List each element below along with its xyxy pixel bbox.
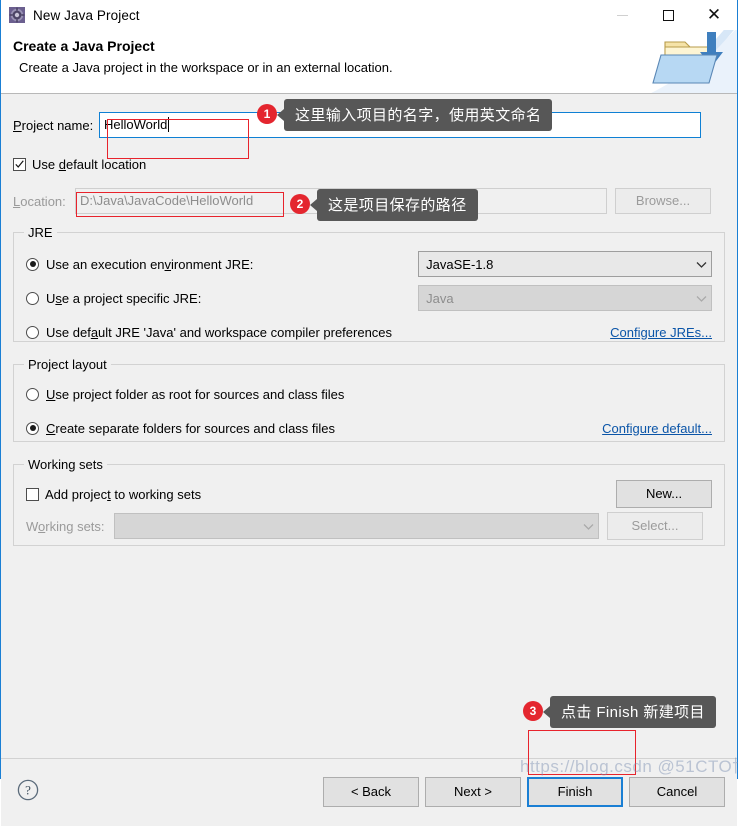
configure-default-link[interactable]: Configure default... <box>602 421 712 436</box>
help-circle-icon[interactable]: ? <box>17 779 39 801</box>
close-icon: ✕ <box>706 5 722 25</box>
jre-project-specific-combo[interactable]: Java <box>418 285 712 311</box>
cancel-button[interactable]: Cancel <box>629 777 725 807</box>
new-working-set-button[interactable]: New... <box>616 480 712 508</box>
svg-text:?: ? <box>25 783 31 798</box>
jre-project-specific-row[interactable]: Use a project specific JRE: Java <box>26 285 712 311</box>
maximize-icon <box>662 10 674 21</box>
add-project-to-working-sets-checkbox[interactable] <box>26 487 39 501</box>
minimize-button[interactable] <box>599 0 645 31</box>
jre-default-label: Use default JRE 'Java' and workspace com… <box>46 324 393 340</box>
page-title: Create a Java Project <box>13 38 155 54</box>
working-sets-group: Working sets Add project to working sets… <box>13 457 725 546</box>
annotation-bubble-2: 这是项目保存的路径 <box>310 189 478 221</box>
minimize-icon <box>616 15 628 16</box>
next-button[interactable]: Next > <box>425 777 521 807</box>
maximize-button[interactable] <box>645 0 691 31</box>
project-name-label: Project name: <box>13 117 94 133</box>
use-default-location-row[interactable]: Use default location <box>13 154 725 174</box>
footer-buttons: < Back Next > Finish Cancel <box>323 777 725 807</box>
page-subtitle: Create a Java project in the workspace o… <box>19 60 393 75</box>
chevron-down-icon <box>583 519 594 534</box>
jre-project-specific-value: Java <box>426 290 454 306</box>
layout-separate-folders-label: Create separate folders for sources and … <box>46 420 336 436</box>
close-button[interactable]: ✕ <box>691 0 737 31</box>
checkmark-icon <box>15 159 24 168</box>
wizard-header: Create a Java Project Create a Java proj… <box>1 30 737 94</box>
jre-default-radio[interactable] <box>26 325 39 339</box>
annotation-bubble-3: 点击 Finish 新建项目 <box>543 696 716 728</box>
jre-project-specific-label: Use a project specific JRE: <box>46 290 202 306</box>
chevron-down-icon <box>696 291 707 306</box>
back-button[interactable]: < Back <box>323 777 419 807</box>
use-default-location-label: Use default location <box>32 156 147 172</box>
layout-project-folder-row[interactable]: Use project folder as root for sources a… <box>26 381 712 407</box>
annotation-badge-1: 1 <box>257 104 277 124</box>
jre-default-row[interactable]: Use default JRE 'Java' and workspace com… <box>26 319 712 345</box>
working-sets-label: Working sets: <box>26 518 105 534</box>
jre-execution-env-row[interactable]: Use an execution environment JRE: JavaSE… <box>26 251 712 277</box>
working-sets-group-title: Working sets <box>24 457 107 472</box>
jre-group: JRE Use an execution environment JRE: Ja… <box>13 225 725 345</box>
annotation-bubble-1: 这里输入项目的名字，使用英文命名 <box>276 99 553 131</box>
layout-project-folder-radio[interactable] <box>26 387 39 401</box>
folder-import-icon <box>645 30 737 93</box>
jre-execution-env-value: JavaSE-1.8 <box>426 256 494 272</box>
jre-execution-env-combo[interactable]: JavaSE-1.8 <box>418 251 712 277</box>
layout-separate-folders-row[interactable]: Create separate folders for sources and … <box>26 415 712 441</box>
browse-button[interactable]: Browse... <box>615 188 711 214</box>
add-project-to-working-sets-label: Add project to working sets <box>45 486 202 502</box>
working-sets-select-row: Working sets: Select... <box>26 512 712 540</box>
configure-jres-link[interactable]: Configure JREs... <box>610 325 712 340</box>
title-bar: New Java Project ✕ <box>0 0 738 30</box>
chevron-down-icon <box>696 257 707 272</box>
project-layout-group: Project layout Use project folder as roo… <box>13 357 725 442</box>
jre-execution-env-radio[interactable] <box>26 257 39 271</box>
finish-button[interactable]: Finish <box>527 777 623 807</box>
dialog-footer: ? < Back Next > Finish Cancel <box>1 758 737 826</box>
add-project-to-working-sets-row[interactable]: Add project to working sets New... <box>26 480 712 508</box>
window-title: New Java Project <box>33 7 140 23</box>
jre-execution-env-label: Use an execution environment JRE: <box>46 256 254 272</box>
jre-project-specific-radio[interactable] <box>26 291 39 305</box>
window-controls: ✕ <box>599 0 737 31</box>
working-sets-combo[interactable] <box>114 513 599 539</box>
annotation-badge-3: 3 <box>523 701 543 721</box>
layout-project-folder-label: Use project folder as root for sources a… <box>46 386 345 402</box>
use-default-location-checkbox[interactable] <box>13 157 26 171</box>
project-layout-group-title: Project layout <box>24 357 111 372</box>
layout-separate-folders-radio[interactable] <box>26 421 39 435</box>
select-working-set-button[interactable]: Select... <box>607 512 703 540</box>
annotation-badge-2: 2 <box>290 194 310 214</box>
jre-group-title: JRE <box>24 225 57 240</box>
eclipse-gear-icon <box>9 7 25 23</box>
location-label: Location: <box>13 193 66 209</box>
